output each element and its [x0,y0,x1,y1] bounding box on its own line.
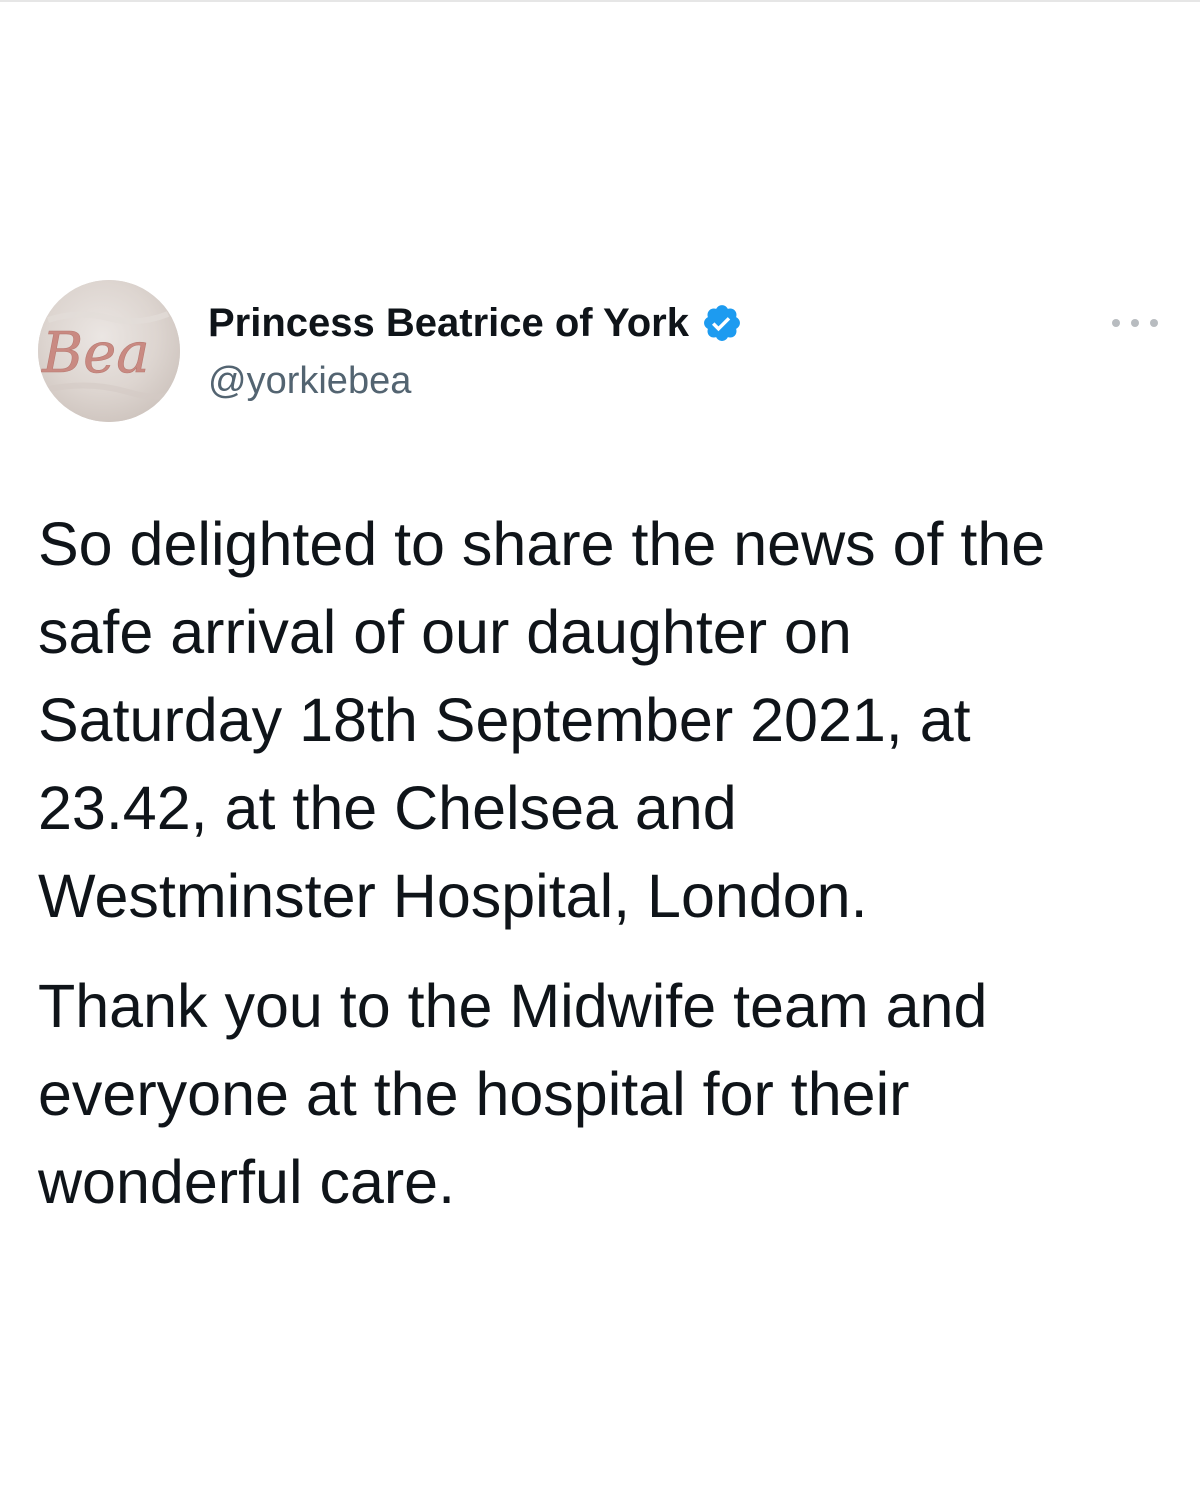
display-name[interactable]: Princess Beatrice of York [208,301,689,346]
more-dot [1131,319,1139,327]
more-horizontal-icon[interactable] [1108,310,1162,336]
verified-badge-icon [704,305,740,341]
tweet-paragraph: Thank you to the Midwife team and everyo… [38,972,988,1216]
avatar-monogram-icon: Bea [38,280,180,422]
tweet-header: Bea Princess Beatrice of York @yorkiebea [38,280,1162,426]
avatar[interactable]: Bea [38,280,180,422]
user-handle[interactable]: @yorkiebea [208,360,743,403]
tweet-text: So delighted to share the news of the sa… [38,500,1168,1226]
avatar-script-text: Bea [41,321,150,386]
more-dot [1150,319,1158,327]
more-dot [1112,319,1120,327]
tweet-card: Bea Princess Beatrice of York @yorkiebea… [0,0,1200,1500]
author-names: Princess Beatrice of York @yorkiebea [208,298,743,403]
tweet-paragraph: So delighted to share the news of the sa… [38,510,1046,930]
display-name-row: Princess Beatrice of York [208,298,743,348]
